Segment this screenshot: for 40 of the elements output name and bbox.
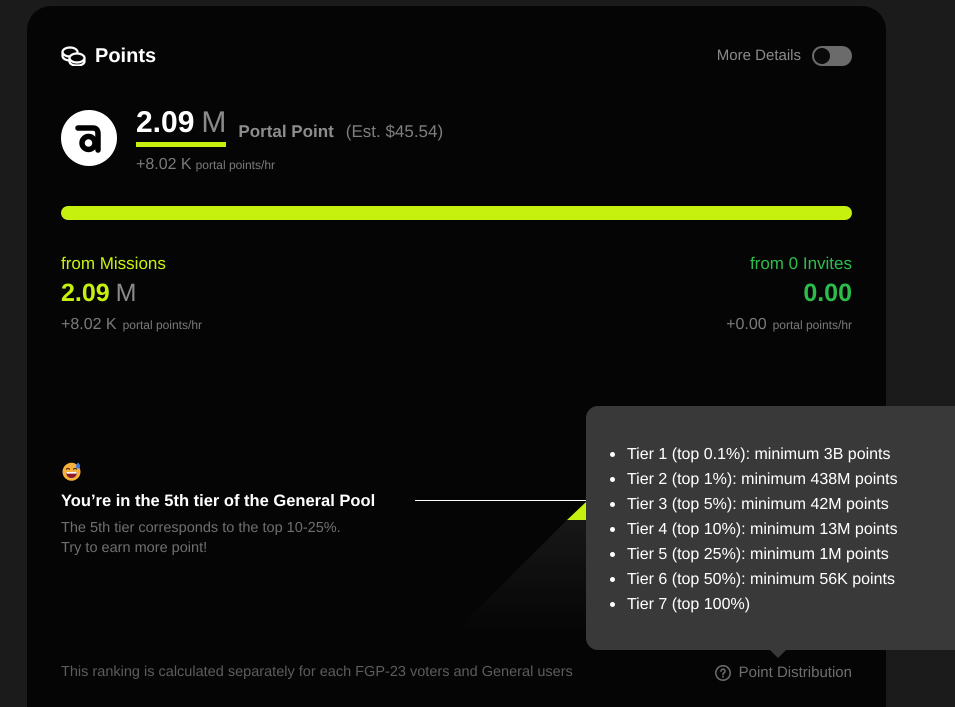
bullet-icon — [610, 502, 615, 507]
rate-unit: portal points/hr — [772, 317, 852, 334]
source-value: 2.09 — [61, 278, 110, 308]
bullet-icon — [610, 452, 615, 457]
bullet-icon — [610, 577, 615, 582]
sweat-smile-emoji-icon — [62, 462, 81, 481]
tier-rule-text: Tier 7 (top 100%) — [627, 594, 750, 614]
rate-value: +0.00 — [726, 315, 767, 335]
bullet-icon — [610, 552, 615, 557]
currency-label: Portal Point — [238, 120, 334, 142]
help-icon — [714, 665, 731, 681]
tier-heading: You’re in the 5th tier of the General Pool — [61, 491, 376, 512]
tier-rule-text: Tier 2 (top 1%): minimum 438M points — [627, 470, 898, 490]
tier-rule-text: Tier 6 (top 50%): minimum 56K points — [627, 570, 895, 590]
source-label: from Missions — [61, 253, 166, 275]
source-value: 0.00 — [803, 278, 852, 308]
bullet-icon — [610, 602, 615, 607]
coins-icon — [61, 46, 86, 66]
tier-rule-text: Tier 1 (top 0.1%): minimum 3B points — [627, 444, 890, 464]
footer-note: This ranking is calculated separately for each FGP-23 voters and General users — [61, 663, 573, 682]
more-details-toggle[interactable] — [812, 46, 852, 66]
tier-rule-text: Tier 5 (top 25%): minimum 1M points — [627, 544, 889, 564]
source-unit: M — [116, 278, 136, 308]
card-title: Points — [95, 44, 156, 69]
tier-rule-text: Tier 4 (top 10%): minimum 13M points — [627, 520, 898, 540]
balance-value: 2.09 — [136, 105, 194, 141]
tier-rule-text: Tier 3 (top 5%): minimum 42M points — [627, 494, 889, 514]
bullet-icon — [610, 527, 615, 532]
rate-value: +8.02 K — [61, 315, 117, 335]
balance-unit: M — [201, 105, 226, 141]
tier-description: The 5th tier corresponds to the top 10-25%. Try to earn more point! — [61, 519, 341, 558]
logo-icon — [61, 110, 117, 166]
estimate-value: (Est. $45.54) — [346, 120, 444, 142]
point-distribution-link[interactable]: Point Distribution — [714, 662, 852, 684]
rate-unit: portal points/hr — [122, 317, 202, 334]
rate-value: +8.02 K — [136, 155, 192, 175]
toggle-label: More Details — [716, 46, 801, 66]
rate-unit: portal points/hr — [196, 157, 275, 174]
source-label: from 0 Invites — [750, 253, 852, 275]
bullet-icon — [610, 477, 615, 482]
